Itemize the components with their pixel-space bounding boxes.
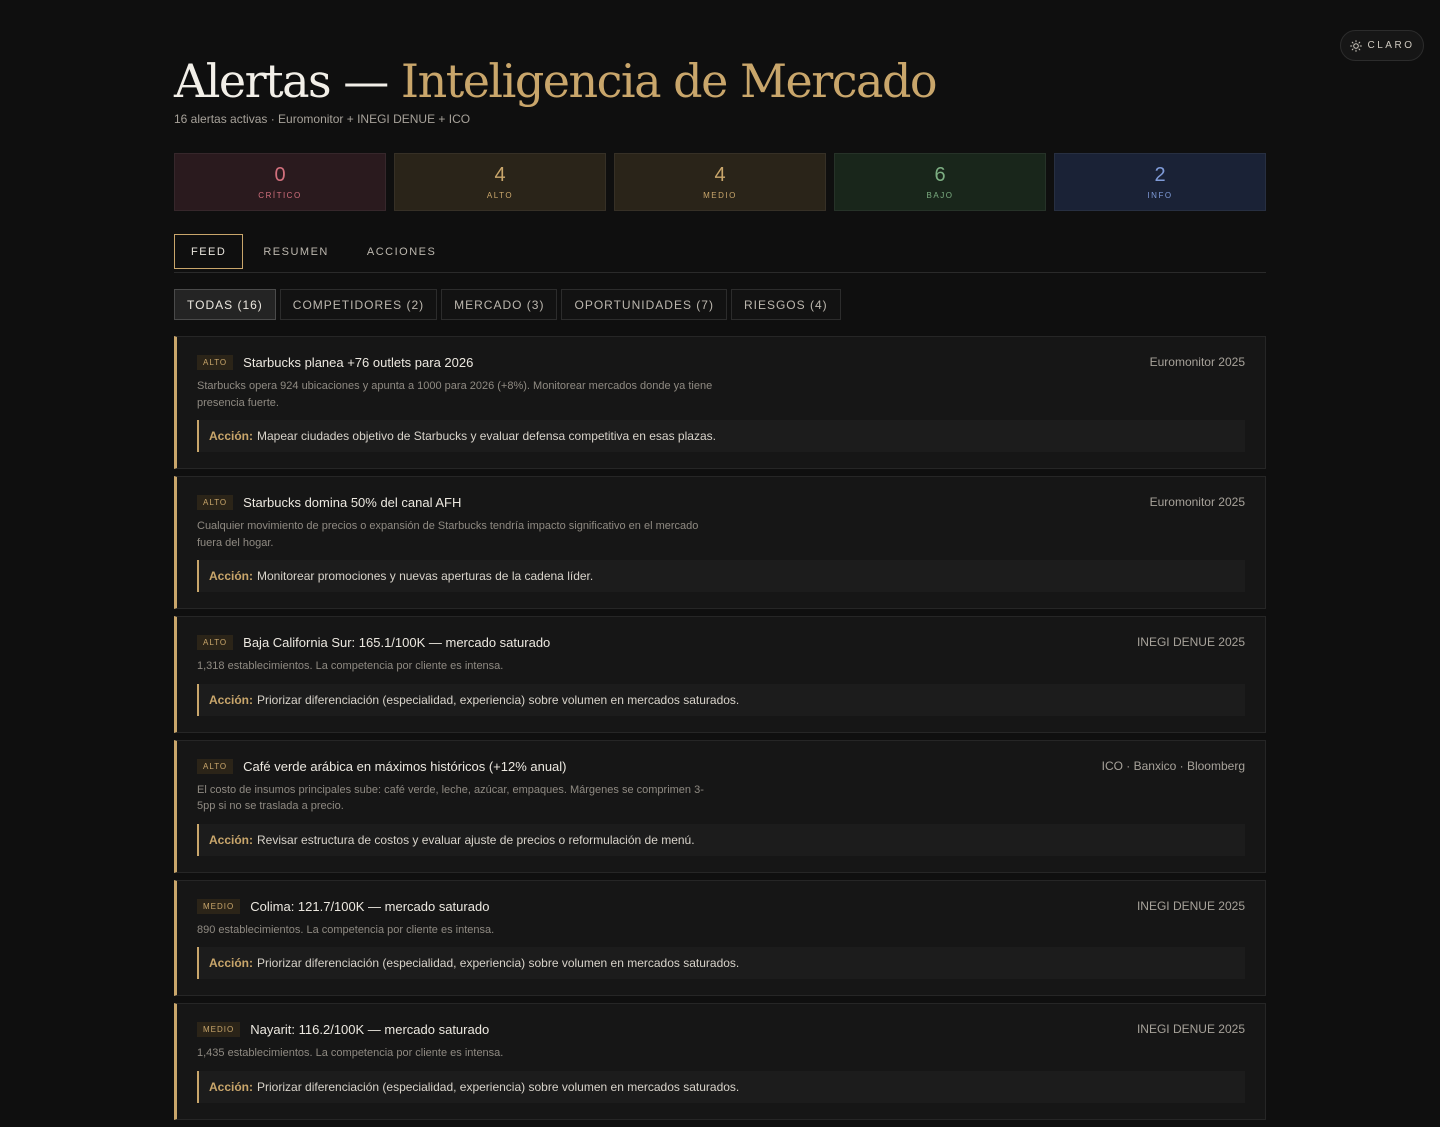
alert-source: Euromonitor 2025 [1149, 495, 1245, 509]
alert-title: Nayarit: 116.2/100K — mercado saturado [250, 1022, 490, 1037]
page-title-accent: Inteligencia de Mercado [400, 54, 938, 108]
alert-action: Acción: Monitorear promociones y nuevas a… [197, 560, 1245, 592]
alert-description: Cualquier movimiento de precios o expans… [197, 520, 699, 549]
stat-count: 4 [714, 164, 726, 186]
alert-source: INEGI DENUE 2025 [1136, 635, 1245, 649]
stat-count: 4 [494, 164, 506, 186]
alert-description: El costo de insumos principales sube: ca… [197, 783, 704, 813]
alert-action: Acción: Priorizar diferenciación (especia… [197, 1070, 1245, 1103]
severity-summary: 0 CRÍTICO 4 ALTO 4 MEDIO 6 BAJO 2 INFO [174, 153, 1266, 211]
filter-chip[interactable]: TODAS (16) [174, 289, 276, 320]
alert-action: Acción: Priorizar diferenciación (especia… [197, 947, 1245, 979]
stat-count: 6 [934, 164, 946, 186]
alert-source: INEGI DENUE 2025 [1136, 898, 1245, 913]
filter-chip[interactable]: COMPETIDORES (2) [279, 289, 438, 320]
alert-title: Starbucks domina 50% del canal AFH [243, 495, 462, 510]
stat-label: BAJO [926, 191, 954, 200]
alert-card[interactable]: ALTO Baja California Sur: 165.1/100K — me… [174, 616, 1266, 733]
sun-icon [1349, 39, 1362, 52]
alert-header: ALTO Baja California Sur: 165.1/100K — me… [197, 635, 1245, 650]
action-text: Priorizar diferenciación (especialidad, … [257, 1079, 740, 1094]
alert-action: Acción: Mapear ciudades objetivo de Starb… [197, 420, 1245, 452]
action-label: Acción: [209, 1079, 254, 1094]
stat-card-alto[interactable]: 4 ALTO [394, 153, 606, 211]
alert-source: Euromonitor 2025 [1149, 355, 1245, 369]
tab-feed[interactable]: FEED [174, 234, 244, 269]
action-label: Acción: [209, 832, 254, 847]
category-filters: TODAS (16) COMPETIDORES (2) MERCADO (3) OPO… [174, 289, 841, 320]
filter-chip[interactable]: RIESGOS (4) [730, 289, 841, 320]
page-title: Alertas — Inteligencia de Mercado [174, 54, 938, 108]
alert-description: 890 establecimientos. La competencia por… [197, 923, 495, 936]
action-text: Mapear ciudades objetivo de Starbucks y … [257, 429, 716, 443]
view-tabs: FEED RESUMEN ACCIONES [174, 234, 1266, 273]
action-label: Acción: [209, 956, 254, 970]
alert-source: ICO · Banxico · Bloomberg [1101, 758, 1245, 773]
alert-header: ALTO Starbucks planea +76 outlets para 20… [197, 355, 1245, 370]
action-text: Priorizar diferenciación (especialidad, … [257, 692, 740, 707]
action-text: Priorizar diferenciación (especialidad, … [257, 956, 740, 970]
filter-chip[interactable]: MERCADO (3) [441, 289, 558, 320]
alert-card[interactable]: MEDIO Colima: 121.7/100K — mercado satura… [174, 879, 1266, 996]
alert-title: Baja California Sur: 165.1/100K — mercad… [243, 635, 551, 650]
stat-card-medio[interactable]: 4 MEDIO [614, 153, 826, 211]
alert-header: MEDIO Nayarit: 116.2/100K — mercado satur… [197, 1022, 1245, 1037]
alert-description: Starbucks opera 924 ubicaciones y apunta… [197, 380, 713, 409]
severity-badge: ALTO [197, 635, 234, 650]
stat-card-bajo[interactable]: 6 BAJO [834, 153, 1046, 211]
alert-description: 1,318 establecimientos. La competencia p… [197, 660, 504, 672]
alert-title: Café verde arábica en máximos históricos… [243, 758, 567, 774]
action-label: Acción: [209, 429, 254, 443]
alert-header: ALTO Starbucks domina 50% del canal AFH [197, 495, 1245, 510]
stat-label: MEDIO [703, 191, 737, 200]
severity-badge: MEDIO [197, 898, 241, 914]
alert-title: Colima: 121.7/100K — mercado saturado [250, 898, 490, 914]
tab-resumen[interactable]: RESUMEN [245, 234, 347, 269]
page-subtitle: 16 alertas activas · Euromonitor + INEGI… [174, 112, 471, 126]
alert-description: 1,435 establecimientos. La competencia p… [197, 1047, 504, 1059]
severity-badge: ALTO [197, 758, 234, 774]
action-label: Acción: [209, 692, 254, 707]
alert-feed: ALTO Starbucks planea +76 outlets para 20… [174, 336, 1266, 1127]
page-title-main: Alertas — [174, 54, 389, 108]
alert-card[interactable]: MEDIO Nayarit: 116.2/100K — mercado satur… [174, 1003, 1266, 1120]
stat-count: 2 [1154, 164, 1166, 186]
stat-card-crítico[interactable]: 0 CRÍTICO [174, 153, 386, 211]
action-text: Monitorear promociones y nuevas apertura… [257, 569, 594, 583]
alert-source: INEGI DENUE 2025 [1136, 1022, 1245, 1036]
alert-header: ALTO Café verde arábica en máximos histór… [197, 758, 1245, 774]
alert-header: MEDIO Colima: 121.7/100K — mercado satura… [197, 898, 1245, 914]
stat-label: CRÍTICO [258, 191, 302, 200]
stat-count: 0 [274, 164, 286, 186]
severity-badge: ALTO [197, 355, 234, 370]
theme-toggle-label: CLARO [1367, 40, 1415, 51]
alert-title: Starbucks planea +76 outlets para 2026 [243, 355, 474, 370]
stat-card-info[interactable]: 2 INFO [1054, 153, 1266, 211]
alert-action: Acción: Priorizar diferenciación (especia… [197, 683, 1245, 716]
alert-card[interactable]: ALTO Starbucks planea +76 outlets para 20… [174, 336, 1266, 469]
alert-action: Acción: Revisar estructura de costos y ev… [197, 823, 1245, 856]
severity-badge: MEDIO [197, 1022, 241, 1037]
action-text: Revisar estructura de costos y evaluar a… [257, 832, 695, 847]
alert-card[interactable]: ALTO Starbucks domina 50% del canal AFH Eu… [174, 476, 1266, 609]
theme-toggle-button[interactable]: CLARO [1340, 30, 1424, 61]
stat-label: ALTO [486, 191, 514, 200]
action-label: Acción: [209, 569, 254, 583]
filter-chip[interactable]: OPORTUNIDADES (7) [561, 289, 727, 320]
severity-badge: ALTO [197, 495, 234, 510]
alert-card[interactable]: ALTO Café verde arábica en máximos histór… [174, 739, 1266, 873]
stat-label: INFO [1147, 191, 1173, 200]
tab-acciones[interactable]: ACCIONES [349, 234, 454, 269]
